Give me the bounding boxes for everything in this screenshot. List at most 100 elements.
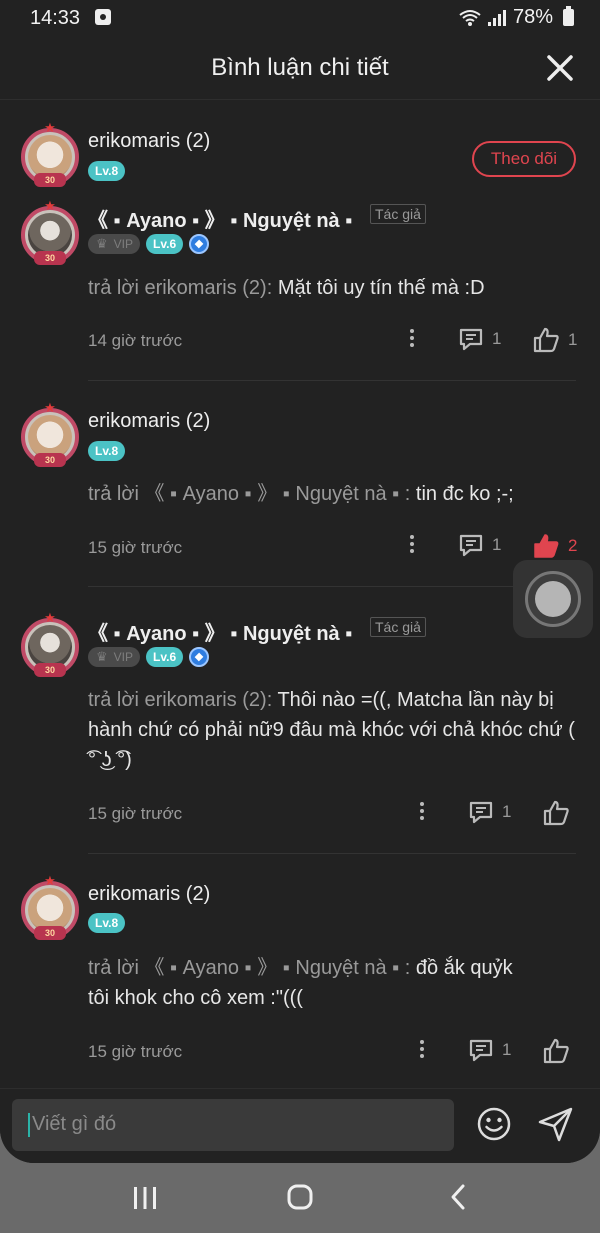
divider xyxy=(88,853,576,854)
level-badge: Lv.6 xyxy=(146,647,184,667)
star-icon: ★ xyxy=(44,120,56,135)
like-button[interactable] xyxy=(542,799,570,827)
more-vertical-icon[interactable] xyxy=(402,532,422,560)
wifi-icon xyxy=(459,9,481,26)
follow-button[interactable]: Theo dõi xyxy=(472,141,576,177)
reply-prefix: trả lời 《 ▪ Ayano ▪ 》 ▪ Nguyệt nà ▪ : xyxy=(88,957,416,979)
vip-badge: VIP xyxy=(88,234,140,254)
username[interactable]: 《 ▪ Ayano ▪ 》 ▪ Nguyệt nà ▪ xyxy=(88,617,352,646)
back-icon[interactable] xyxy=(438,1183,478,1213)
gem-icon xyxy=(189,647,210,667)
timestamp: 15 giờ trước xyxy=(88,1042,183,1061)
thumbs-up-filled-icon xyxy=(534,534,559,558)
badge-row: Lv.8 xyxy=(88,441,126,461)
like-button[interactable]: 1 xyxy=(532,326,577,354)
header: Bình luận chi tiết xyxy=(0,36,600,100)
avatar[interactable]: ★ 30 xyxy=(20,120,80,187)
more-vertical-icon[interactable] xyxy=(412,1037,432,1065)
reply-button[interactable]: 1 xyxy=(468,799,511,825)
author-tag: Tác giả xyxy=(370,617,426,637)
system-nav-bar xyxy=(0,1163,600,1233)
reply-count: 1 xyxy=(502,802,512,821)
avatar-plate: 30 xyxy=(34,926,66,940)
username[interactable]: erikomaris (2) xyxy=(88,130,210,153)
status-bar: 14:33 78% xyxy=(0,0,600,36)
timestamp: 15 giờ trước xyxy=(88,538,183,557)
star-icon: ★ xyxy=(44,400,56,415)
username[interactable]: erikomaris (2) xyxy=(88,410,210,433)
comment-input[interactable]: Viết gì đó xyxy=(12,1099,454,1151)
reply-prefix: trả lời erikomaris (2): xyxy=(88,689,278,711)
signal-icon xyxy=(487,9,506,26)
status-time: 14:33 xyxy=(30,7,81,29)
assistive-touch-button[interactable] xyxy=(513,560,593,638)
page-title: Bình luận chi tiết xyxy=(211,54,389,81)
like-button[interactable]: 2 xyxy=(532,532,577,560)
reply-count: 1 xyxy=(492,329,502,348)
vip-badge: VIP xyxy=(88,647,140,667)
battery-percent: 78% xyxy=(512,6,553,28)
reply-count: 1 xyxy=(492,535,502,554)
avatar[interactable]: ★ 30 xyxy=(20,610,80,677)
avatar[interactable]: ★ 30 xyxy=(20,873,80,940)
star-icon: ★ xyxy=(44,873,56,888)
recent-apps-icon[interactable] xyxy=(125,1183,165,1213)
reply-count: 1 xyxy=(502,1040,512,1059)
avatar-plate: 30 xyxy=(34,663,66,677)
comment-text: trả lời 《 ▪ Ayano ▪ 》 ▪ Nguyệt nà ▪ : ti… xyxy=(88,479,576,509)
level-badge: Lv.8 xyxy=(88,913,126,933)
thumbs-up-icon xyxy=(533,327,559,353)
smiley-icon[interactable] xyxy=(476,1106,512,1142)
comment-text: trả lời erikomaris (2): Mặt tôi uy tín t… xyxy=(88,273,576,303)
notification-icon xyxy=(95,9,111,25)
reply-button[interactable]: 1 xyxy=(458,532,501,558)
reply-button[interactable]: 1 xyxy=(458,326,501,352)
avatar-plate: 30 xyxy=(34,453,66,467)
status-indicators: 78% xyxy=(459,6,574,29)
badge-row: Lv.8 xyxy=(88,913,126,933)
author-tag: Tác giả xyxy=(370,204,426,224)
close-icon[interactable] xyxy=(544,52,576,84)
reply-prefix: trả lời 《 ▪ Ayano ▪ 》 ▪ Nguyệt nà ▪ : xyxy=(88,483,416,505)
send-icon[interactable] xyxy=(537,1105,575,1143)
level-badge: Lv.8 xyxy=(88,441,126,461)
thumbs-up-icon xyxy=(543,800,569,826)
comment-icon xyxy=(469,801,493,824)
star-icon: ★ xyxy=(44,610,56,625)
avatar-plate: 30 xyxy=(34,251,66,265)
avatar[interactable]: ★ 30 xyxy=(20,198,80,265)
badge-row: VIP Lv.6 xyxy=(88,647,210,667)
thumbs-up-icon xyxy=(543,1038,569,1064)
like-count: 2 xyxy=(568,536,578,555)
timestamp: 15 giờ trước xyxy=(88,804,183,823)
username[interactable]: 《 ▪ Ayano ▪ 》 ▪ Nguyệt nà ▪ xyxy=(88,204,352,233)
avatar[interactable]: ★ 30 xyxy=(20,400,80,467)
divider xyxy=(88,586,576,587)
timestamp: 14 giờ trước xyxy=(88,331,183,350)
more-vertical-icon[interactable] xyxy=(402,326,422,354)
more-vertical-icon[interactable] xyxy=(412,799,432,827)
level-badge: Lv.8 xyxy=(88,161,126,181)
star-icon: ★ xyxy=(44,198,56,213)
badge-row: Lv.8 xyxy=(88,161,126,181)
home-icon[interactable] xyxy=(280,1183,320,1213)
badge-row: VIP Lv.6 xyxy=(88,234,210,254)
gem-icon xyxy=(189,234,210,254)
avatar-plate: 30 xyxy=(34,173,66,187)
divider xyxy=(88,380,576,381)
comment-icon xyxy=(459,328,483,351)
reply-prefix: trả lời erikomaris (2): xyxy=(88,277,278,299)
assistive-core xyxy=(535,581,571,617)
app-screen: 14:33 78% Bình luận chi tiết ★ 30 erikom… xyxy=(0,0,600,1163)
battery-icon xyxy=(563,6,574,26)
reply-body: Mặt tôi uy tín thế mà :D xyxy=(277,277,485,299)
username[interactable]: erikomaris (2) xyxy=(88,883,210,906)
like-count: 1 xyxy=(568,330,578,349)
like-button[interactable] xyxy=(542,1037,570,1065)
comment-text: trả lời 《 ▪ Ayano ▪ 》 ▪ Nguyệt nà ▪ : đồ… xyxy=(88,953,520,1013)
text-caret xyxy=(28,1113,30,1137)
reply-body: tin đc ko ;-; xyxy=(415,483,514,505)
reply-button[interactable]: 1 xyxy=(468,1037,511,1063)
level-badge: Lv.6 xyxy=(146,234,184,254)
comment-text: trả lời erikomaris (2): Thôi nào =((, Ma… xyxy=(88,685,576,775)
